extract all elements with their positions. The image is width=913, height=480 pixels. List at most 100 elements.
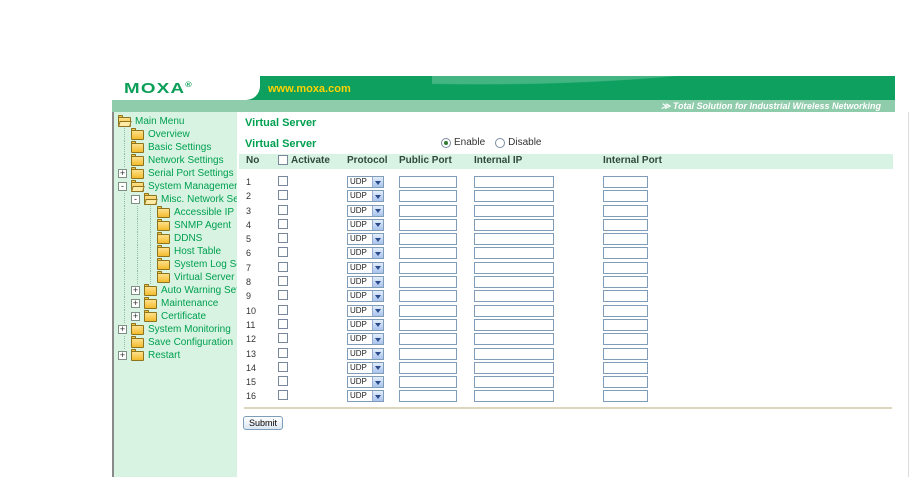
protocol-select[interactable]: UDP [347, 318, 384, 331]
protocol-select[interactable]: UDP [347, 347, 384, 360]
sidebar-item-accessible-ip-list[interactable]: Accessible IP List [114, 206, 237, 219]
internal-ip-input[interactable] [474, 361, 554, 374]
protocol-select[interactable]: UDP [347, 233, 384, 246]
sidebar-item-system-monitoring[interactable]: + System Monitoring [114, 323, 237, 336]
activate-checkbox[interactable] [278, 304, 288, 315]
internal-ip-input[interactable] [474, 261, 554, 274]
protocol-select[interactable]: UDP [347, 247, 384, 260]
sidebar-item-basic-settings[interactable]: Basic Settings [114, 141, 237, 154]
public-port-input[interactable] [399, 204, 457, 217]
internal-port-input[interactable] [603, 190, 648, 203]
internal-port-input[interactable] [603, 390, 648, 403]
internal-port-input[interactable] [603, 290, 648, 303]
internal-ip-input[interactable] [474, 333, 554, 346]
sidebar-item-overview[interactable]: Overview [114, 128, 237, 141]
public-port-input[interactable] [399, 176, 457, 188]
protocol-select[interactable]: UDP [347, 361, 384, 374]
sidebar-link[interactable]: Auto Warning Settings [161, 285, 237, 296]
sidebar-item-maintenance[interactable]: + Maintenance [114, 297, 237, 310]
sidebar-link[interactable]: Restart [148, 350, 180, 361]
public-port-input[interactable] [399, 304, 457, 317]
protocol-select[interactable]: UDP [347, 176, 384, 188]
activate-checkbox[interactable] [278, 390, 288, 401]
internal-ip-input[interactable] [474, 218, 554, 231]
internal-ip-input[interactable] [474, 176, 554, 188]
sidebar-link[interactable]: Accessible IP List [174, 207, 237, 218]
public-port-input[interactable] [399, 276, 457, 289]
public-port-input[interactable] [399, 376, 457, 389]
sidebar-item-auto-warning-settings[interactable]: + Auto Warning Settings [114, 284, 237, 297]
internal-port-input[interactable] [603, 218, 648, 231]
internal-ip-input[interactable] [474, 276, 554, 289]
sidebar-item-save-configuration[interactable]: Save Configuration [114, 336, 237, 349]
internal-ip-input[interactable] [474, 233, 554, 246]
activate-checkbox[interactable] [278, 204, 288, 215]
radio-icon[interactable] [495, 137, 506, 148]
internal-port-input[interactable] [603, 318, 648, 331]
website-link[interactable]: www.moxa.com [268, 76, 351, 100]
sidebar-link[interactable]: Save Configuration [148, 337, 233, 348]
sidebar-item-main-menu[interactable]: Main Menu [114, 115, 237, 128]
protocol-select[interactable]: UDP [347, 276, 384, 289]
protocol-select[interactable]: UDP [347, 290, 384, 303]
activate-all-checkbox[interactable] [278, 155, 288, 165]
radio-option-enable[interactable]: Enable [441, 137, 485, 148]
sidebar-item-network-settings[interactable]: Network Settings [114, 154, 237, 167]
sidebar-link[interactable]: System Management [148, 181, 237, 192]
internal-ip-input[interactable] [474, 376, 554, 389]
internal-port-input[interactable] [603, 247, 648, 260]
public-port-input[interactable] [399, 218, 457, 231]
internal-ip-input[interactable] [474, 190, 554, 203]
internal-port-input[interactable] [603, 233, 648, 246]
public-port-input[interactable] [399, 190, 457, 203]
internal-port-input[interactable] [603, 261, 648, 274]
internal-ip-input[interactable] [474, 247, 554, 260]
sidebar-link[interactable]: Basic Settings [148, 142, 211, 153]
sidebar-item-system-log-settings[interactable]: System Log Settings [114, 258, 237, 271]
internal-ip-input[interactable] [474, 347, 554, 360]
activate-checkbox[interactable] [278, 290, 288, 301]
protocol-select[interactable]: UDP [347, 333, 384, 346]
sidebar-item-host-table[interactable]: Host Table [114, 245, 237, 258]
sidebar-item-virtual-server-settings[interactable]: Virtual Server Settings [114, 271, 237, 284]
public-port-input[interactable] [399, 247, 457, 260]
sidebar-link[interactable]: Serial Port Settings [148, 168, 234, 179]
public-port-input[interactable] [399, 318, 457, 331]
public-port-input[interactable] [399, 333, 457, 346]
sidebar-item-certificate[interactable]: + Certificate [114, 310, 237, 323]
sidebar-link[interactable]: Overview [148, 129, 190, 140]
sidebar-link[interactable]: System Log Settings [174, 259, 237, 270]
internal-port-input[interactable] [603, 276, 648, 289]
public-port-input[interactable] [399, 390, 457, 403]
activate-checkbox[interactable] [278, 233, 288, 244]
sidebar-link[interactable]: Maintenance [161, 298, 218, 309]
internal-port-input[interactable] [603, 204, 648, 217]
activate-checkbox[interactable] [278, 176, 288, 186]
public-port-input[interactable] [399, 290, 457, 303]
sidebar-item-misc-network-settings[interactable]: - Misc. Network Settings [114, 193, 237, 206]
activate-checkbox[interactable] [278, 347, 288, 358]
internal-ip-input[interactable] [474, 304, 554, 317]
internal-ip-input[interactable] [474, 204, 554, 217]
activate-checkbox[interactable] [278, 190, 288, 201]
public-port-input[interactable] [399, 233, 457, 246]
activate-checkbox[interactable] [278, 261, 288, 272]
public-port-input[interactable] [399, 347, 457, 360]
public-port-input[interactable] [399, 361, 457, 374]
sidebar-item-restart[interactable]: + Restart [114, 349, 237, 362]
sidebar-link[interactable]: DDNS [174, 233, 202, 244]
plus-icon[interactable]: + [131, 312, 140, 321]
activate-checkbox[interactable] [278, 361, 288, 372]
sidebar-link[interactable]: Virtual Server Settings [174, 272, 237, 283]
radio-icon[interactable] [441, 137, 451, 148]
plus-icon[interactable]: + [118, 169, 127, 178]
protocol-select[interactable]: UDP [347, 304, 384, 317]
plus-icon[interactable]: + [131, 286, 140, 295]
internal-ip-input[interactable] [474, 290, 554, 303]
sidebar-item-snmp-agent[interactable]: SNMP Agent [114, 219, 237, 232]
activate-checkbox[interactable] [278, 247, 288, 258]
protocol-select[interactable]: UDP [347, 218, 384, 231]
sidebar-item-system-management[interactable]: - System Management [114, 180, 237, 193]
internal-port-input[interactable] [603, 304, 648, 317]
minus-icon[interactable]: - [118, 182, 127, 191]
